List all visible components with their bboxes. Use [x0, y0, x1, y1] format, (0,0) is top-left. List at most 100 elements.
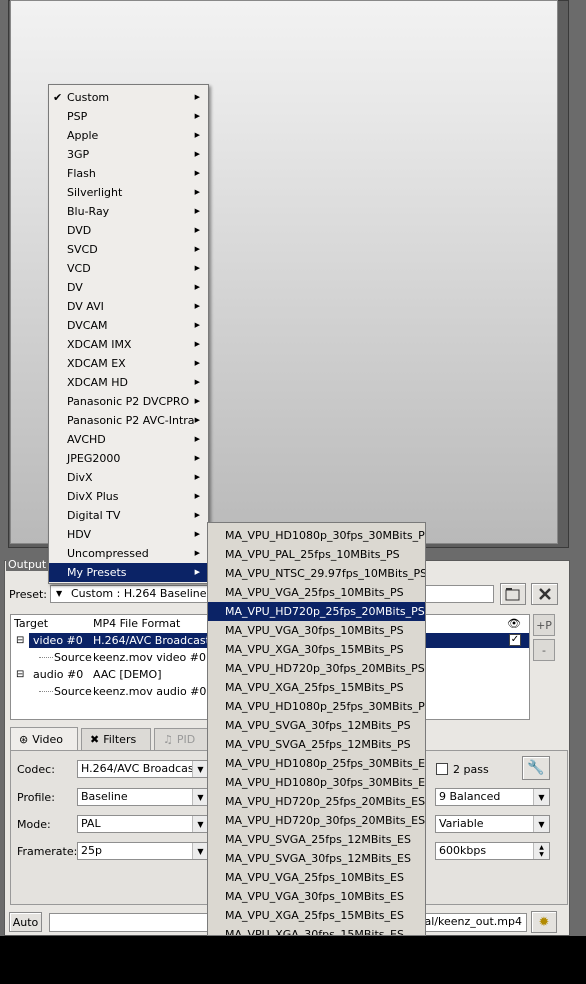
menu-item[interactable]: DVD ▶ [49, 221, 208, 240]
tools-icon: ✖ [90, 733, 100, 746]
menu-item[interactable]: Flash ▶ [49, 164, 208, 183]
menu-item-label: Panasonic P2 DVCPRO [67, 395, 190, 408]
collapse-icon[interactable]: ⊟ [16, 632, 26, 649]
menu-item[interactable]: AVCHD ▶ [49, 430, 208, 449]
auto-button[interactable]: Auto [9, 912, 42, 932]
settings-button[interactable]: 🔧 [522, 756, 550, 780]
menu-item[interactable]: DVCAM ▶ [49, 316, 208, 335]
tree-row-value: keenz.mov audio #0 (1) [93, 685, 226, 698]
menu-item[interactable]: DV ▶ [49, 278, 208, 297]
preset-label: Preset: [9, 588, 48, 601]
preset-dropdown-arrow-icon: ▼ [56, 589, 63, 598]
menu-item[interactable]: My Presets ▶ [49, 563, 208, 582]
submenu-item[interactable]: MA_VPU_NTSC_29.97fps_10MBits_PS [208, 564, 425, 583]
submenu-arrow-icon: ▶ [194, 454, 200, 462]
submenu-item[interactable]: MA_VPU_VGA_25fps_10MBits_PS [208, 583, 425, 602]
two-pass-checkbox[interactable] [436, 763, 448, 775]
collapse-icon[interactable]: ⊟ [16, 666, 24, 683]
video-reel-icon: ⊛ [19, 733, 29, 746]
submenu-item[interactable]: MA_VPU_HD720p_30fps_20MBits_ES [208, 811, 425, 830]
submenu-item[interactable]: MA_VPU_XGA_30fps_15MBits_ES [208, 925, 425, 935]
submenu-item[interactable]: MA_VPU_HD720p_30fps_20MBits_PS [208, 659, 425, 678]
submenu-item[interactable]: MA_VPU_XGA_30fps_15MBits_PS [208, 640, 425, 659]
menu-item[interactable]: ✔ Custom ▶ [49, 88, 208, 107]
framerate-select[interactable]: 25p ▼ [77, 842, 209, 860]
menu-item[interactable]: DV AVI ▶ [49, 297, 208, 316]
submenu-item[interactable]: MA_VPU_PAL_25fps_10MBits_PS [208, 545, 425, 564]
menu-item[interactable]: HDV ▶ [49, 525, 208, 544]
menu-item[interactable]: XDCAM HD ▶ [49, 373, 208, 392]
submenu-item[interactable]: MA_VPU_SVGA_30fps_12MBits_PS [208, 716, 425, 735]
menu-item[interactable]: DivX Plus ▶ [49, 487, 208, 506]
tab-video[interactable]: ⊛ Video [10, 727, 78, 751]
menu-item-label: DVCAM [67, 319, 108, 332]
submenu-item[interactable]: MA_VPU_SVGA_25fps_12MBits_PS [208, 735, 425, 754]
menu-item[interactable]: XDCAM IMX ▶ [49, 335, 208, 354]
submenu-item[interactable]: MA_VPU_VGA_30fps_10MBits_PS [208, 621, 425, 640]
submenu-item[interactable]: MA_VPU_HD1080p_25fps_30MBits_PS [208, 697, 425, 716]
save-preset-button[interactable] [500, 583, 526, 605]
quality-select[interactable]: 9 Balanced ▼ [435, 788, 550, 806]
menu-item-label: XDCAM HD [67, 376, 128, 389]
submenu-arrow-icon: ▶ [194, 416, 200, 424]
enable-checkbox[interactable]: ✓ [509, 634, 521, 646]
submenu-arrow-icon: ▶ [194, 359, 200, 367]
menu-item[interactable]: SVCD ▶ [49, 240, 208, 259]
tab-pid[interactable]: ♫ PID [154, 728, 210, 750]
bitrate-mode-select[interactable]: Variable ▼ [435, 815, 550, 833]
menu-item[interactable]: VCD ▶ [49, 259, 208, 278]
close-icon [538, 588, 551, 600]
menu-item[interactable]: XDCAM EX ▶ [49, 354, 208, 373]
menu-item-label: DivX [67, 471, 93, 484]
tab-filters[interactable]: ✖ Filters [81, 728, 151, 750]
menu-item[interactable]: Digital TV ▶ [49, 506, 208, 525]
submenu-item[interactable]: MA_VPU_XGA_25fps_15MBits_PS [208, 678, 425, 697]
bitrate-spinner[interactable]: 600kbps ▲ ▼ [435, 842, 550, 860]
menu-item-label: Uncompressed [67, 547, 149, 560]
menu-item[interactable]: JPEG2000 ▶ [49, 449, 208, 468]
framerate-label: Framerate: [17, 845, 78, 858]
menu-item[interactable]: Uncompressed ▶ [49, 544, 208, 563]
submenu-item[interactable]: MA_VPU_VGA_30fps_10MBits_ES [208, 887, 425, 906]
delete-preset-button[interactable] [531, 583, 558, 605]
output-group-label: Output [6, 558, 49, 571]
submenu-item[interactable]: MA_VPU_SVGA_25fps_12MBits_ES [208, 830, 425, 849]
menu-item[interactable]: DivX ▶ [49, 468, 208, 487]
menu-item-label: XDCAM EX [67, 357, 126, 370]
submenu-arrow-icon: ▶ [194, 378, 200, 386]
submenu-item[interactable]: MA_VPU_HD720p_25fps_20MBits_ES [208, 792, 425, 811]
remove-preset-button[interactable]: - [533, 639, 555, 661]
two-pass-label: 2 pass [453, 763, 489, 776]
menu-item[interactable]: 3GP ▶ [49, 145, 208, 164]
eye-icon[interactable]: 👁 [507, 615, 521, 632]
submenu-item[interactable]: MA_VPU_HD1080p_25fps_30MBits_ES [208, 754, 425, 773]
music-icon: ♫ [163, 733, 173, 746]
menu-item-label: My Presets [67, 566, 127, 579]
profile-select[interactable]: Baseline ▼ [77, 788, 209, 806]
submenu-item[interactable]: MA_VPU_HD720p_25fps_20MBits_PS [208, 602, 425, 621]
codec-select[interactable]: H.264/AVC Broadcast ▼ [77, 760, 209, 778]
submenu-arrow-icon: ▶ [194, 131, 200, 139]
menu-item[interactable]: Panasonic P2 DVCPRO ▶ [49, 392, 208, 411]
submenu-item[interactable]: MA_VPU_HD1080p_30fps_30MBits_PS [208, 526, 425, 545]
menu-item-label: DV [67, 281, 83, 294]
submenu-item[interactable]: MA_VPU_VGA_25fps_10MBits_ES [208, 868, 425, 887]
submenu-item[interactable]: MA_VPU_XGA_25fps_15MBits_ES [208, 906, 425, 925]
submenu-item[interactable]: MA_VPU_HD1080p_30fps_30MBits_ES [208, 773, 425, 792]
tree-row-value: keenz.mov video #0 (1) [93, 651, 226, 664]
submenu-arrow-icon: ▶ [194, 340, 200, 348]
menu-item[interactable]: Panasonic P2 AVC-Intra ▶ [49, 411, 208, 430]
menu-item[interactable]: Silverlight ▶ [49, 183, 208, 202]
start-button[interactable]: ✹ [531, 911, 557, 933]
menu-item[interactable]: Apple ▶ [49, 126, 208, 145]
menu-item[interactable]: PSP ▶ [49, 107, 208, 126]
spinner-arrows-icon[interactable]: ▲ ▼ [533, 843, 549, 859]
menu-item-label: HDV [67, 528, 92, 541]
mode-select[interactable]: PAL ▼ [77, 815, 209, 833]
bitrate-value: 600kbps [439, 844, 487, 857]
add-preset-button[interactable]: +P [533, 614, 555, 636]
menu-item-label: DVD [67, 224, 92, 237]
menu-item[interactable]: Blu-Ray ▶ [49, 202, 208, 221]
submenu-arrow-icon: ▶ [194, 549, 200, 557]
submenu-item[interactable]: MA_VPU_SVGA_30fps_12MBits_ES [208, 849, 425, 868]
